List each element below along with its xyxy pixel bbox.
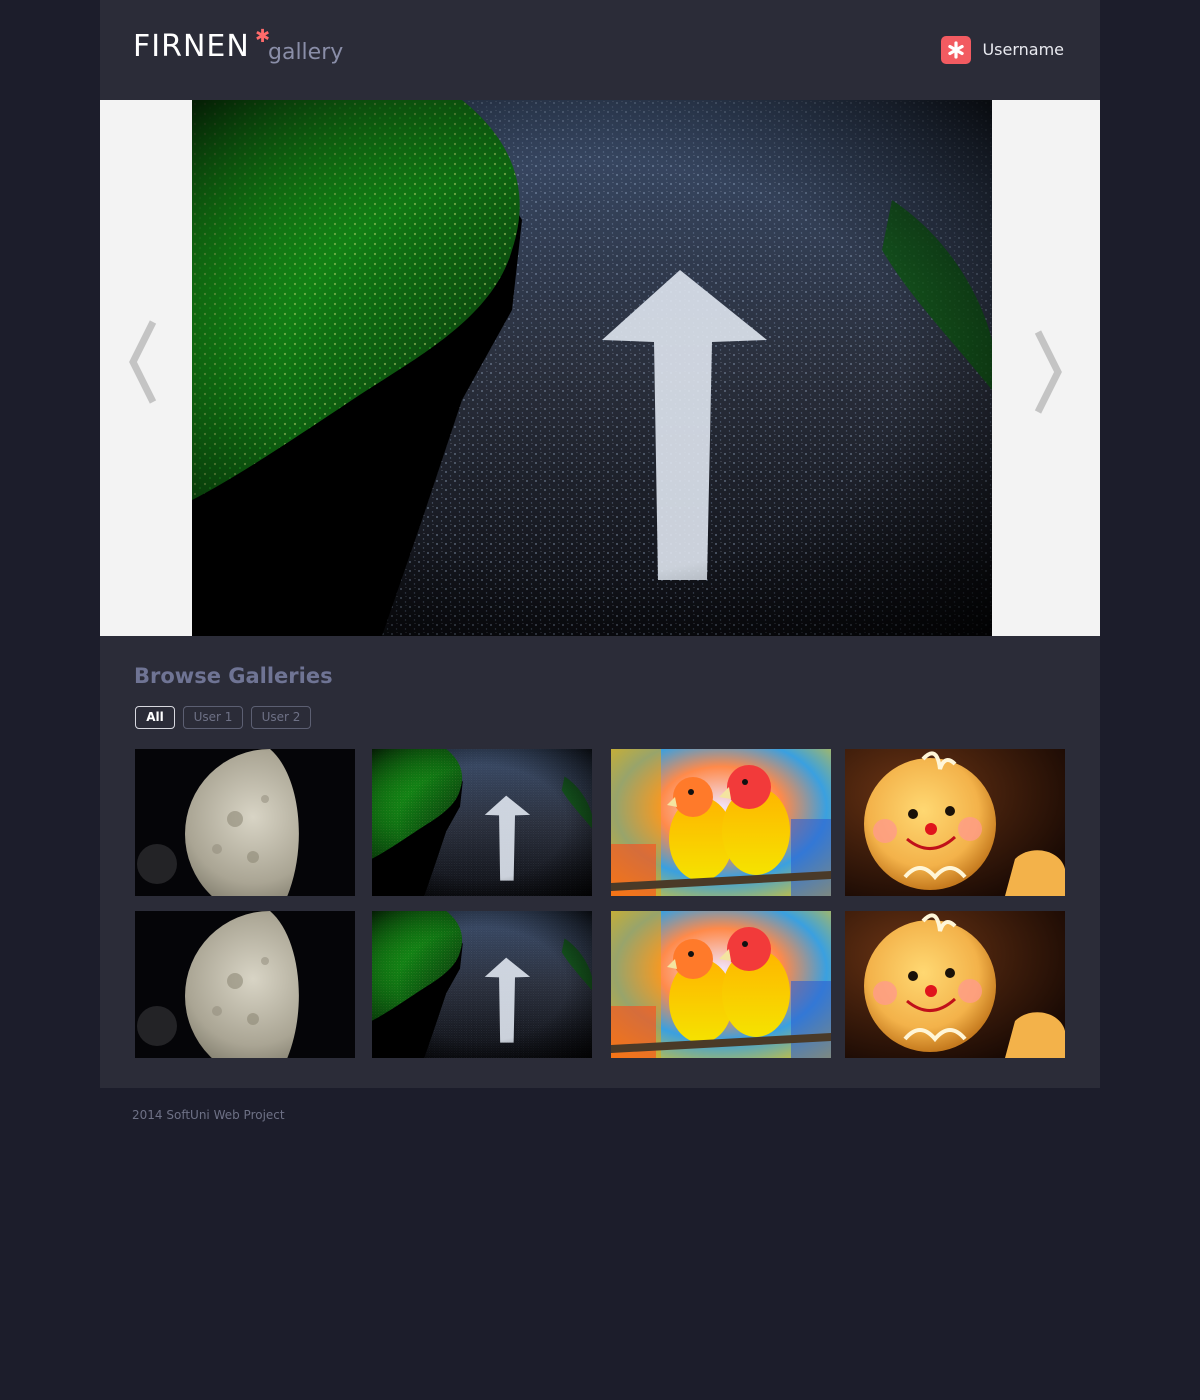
browse-galleries-section: Browse Galleries All User 1 User 2 <box>100 636 1100 1088</box>
thumbnail-road[interactable] <box>372 749 592 896</box>
gallery-filters: All User 1 User 2 <box>135 706 319 729</box>
logo-gallery-text: gallery <box>268 40 344 65</box>
username-label: Username <box>982 40 1064 59</box>
filter-all-button[interactable]: All <box>135 706 175 729</box>
filter-user2-button[interactable]: User 2 <box>251 706 311 729</box>
header: FIRNEN ✱ gallery Username <box>100 0 1100 100</box>
section-title: Browse Galleries <box>134 664 333 688</box>
chevron-left-icon[interactable] <box>125 318 165 418</box>
thumbnail-moon[interactable] <box>135 749 355 896</box>
thumbnail-gingerbread[interactable] <box>845 911 1065 1058</box>
logo-firnen-text: FIRNEN <box>133 29 250 64</box>
asterisk-icon <box>941 36 972 64</box>
thumbnail-moon[interactable] <box>135 911 355 1058</box>
thumbnail-road[interactable] <box>372 911 592 1058</box>
footer-text: 2014 SoftUni Web Project <box>132 1108 285 1122</box>
chevron-right-icon[interactable] <box>1028 328 1068 428</box>
thumbnail-parrots[interactable] <box>611 749 831 896</box>
thumbnail-gingerbread[interactable] <box>845 749 1065 896</box>
image-slider <box>100 100 1100 636</box>
thumbnail-parrots[interactable] <box>611 911 831 1058</box>
page: FIRNEN ✱ gallery Username Browse Galleri… <box>100 0 1100 1088</box>
user-menu[interactable]: Username <box>941 36 1064 64</box>
slide-image <box>192 100 992 636</box>
filter-user1-button[interactable]: User 1 <box>183 706 243 729</box>
